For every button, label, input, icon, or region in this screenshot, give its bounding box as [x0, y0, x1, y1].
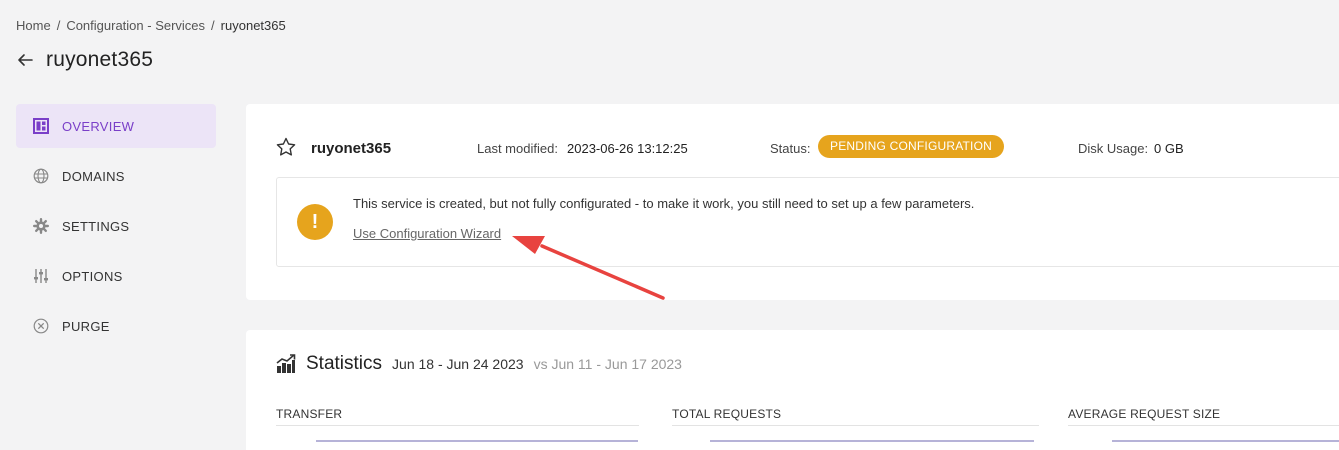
sidebar-item-overview[interactable]: OVERVIEW	[16, 104, 216, 148]
breadcrumb-current: ruyonet365	[220, 18, 286, 33]
sliders-icon	[32, 267, 50, 285]
breadcrumb: Home / Configuration - Services / ruyone…	[16, 18, 286, 33]
sidebar-item-label: DOMAINS	[62, 168, 125, 184]
last-modified-label: Last modified:	[477, 141, 558, 156]
breadcrumb-section[interactable]: Configuration - Services	[66, 18, 205, 33]
metric-title-transfer: TRANSFER	[276, 407, 343, 421]
breadcrumb-separator: /	[211, 18, 215, 33]
page-title: ruyonet365	[46, 48, 154, 71]
disk-usage-label: Disk Usage:	[1078, 141, 1149, 156]
transfer-sparkline	[316, 440, 638, 442]
statistics-title: Statistics	[306, 353, 383, 374]
sidebar-item-domains[interactable]: DOMAINS	[16, 154, 216, 198]
page-header: ruyonet365	[16, 48, 153, 72]
configuration-wizard-link[interactable]: Use Configuration Wizard	[353, 226, 501, 241]
sidebar-item-label: PURGE	[62, 318, 110, 334]
metric-divider	[276, 425, 639, 426]
status-label: Status:	[770, 141, 811, 156]
chart-icon	[276, 354, 296, 374]
disk-usage-value: 0 GB	[1154, 141, 1184, 156]
alert-message: This service is created, but not fully c…	[353, 196, 975, 211]
status-badge: PENDING CONFIGURATION	[818, 135, 1004, 158]
globe-icon	[32, 167, 50, 185]
statistics-date-range[interactable]: Jun 18 - Jun 24 2023	[392, 356, 524, 372]
metric-title-average-request-size: AVERAGE REQUEST SIZE	[1068, 407, 1221, 421]
metric-title-total-requests: TOTAL REQUESTS	[672, 407, 782, 421]
dashboard-icon	[32, 117, 50, 135]
circle-x-icon	[32, 317, 50, 335]
sidebar-item-label: SETTINGS	[62, 218, 130, 234]
statistics-compare-range[interactable]: vs Jun 11 - Jun 17 2023	[534, 356, 682, 372]
breadcrumb-home[interactable]: Home	[16, 18, 51, 33]
statistics-header: Statistics Jun 18 - Jun 24 2023 vs Jun 1…	[276, 353, 682, 375]
breadcrumb-separator: /	[56, 18, 61, 33]
service-info-row: ruyonet365 Last modified: 2023-06-26 13:…	[276, 135, 1339, 161]
service-summary-card: ruyonet365 Last modified: 2023-06-26 13:…	[246, 104, 1339, 300]
metric-divider	[672, 425, 1039, 426]
sidebar: OVERVIEW DOMAINS SETTINGS OPTIONS PURGE	[16, 104, 216, 354]
sidebar-item-purge[interactable]: PURGE	[16, 304, 216, 348]
average-request-size-sparkline	[1112, 440, 1339, 442]
sidebar-item-label: OPTIONS	[62, 268, 123, 284]
sidebar-item-label: OVERVIEW	[62, 118, 135, 134]
total-requests-sparkline	[710, 440, 1034, 442]
last-modified-value: 2023-06-26 13:12:25	[567, 141, 688, 156]
star-icon[interactable]	[276, 137, 296, 157]
statistics-card: Statistics Jun 18 - Jun 24 2023 vs Jun 1…	[246, 330, 1339, 450]
metric-divider	[1068, 425, 1339, 426]
back-arrow-icon[interactable]	[16, 51, 34, 69]
sidebar-item-settings[interactable]: SETTINGS	[16, 204, 216, 248]
gear-icon	[32, 217, 50, 235]
service-name: ruyonet365	[311, 140, 392, 157]
sidebar-item-options[interactable]: OPTIONS	[16, 254, 216, 298]
configuration-alert: ! This service is created, but not fully…	[276, 177, 1339, 267]
warning-icon: !	[297, 204, 333, 240]
